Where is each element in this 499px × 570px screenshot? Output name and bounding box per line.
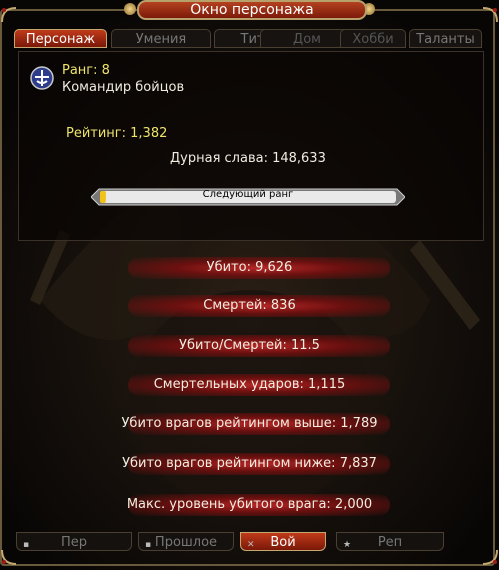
rank-level: Ранг: 8	[62, 63, 110, 78]
tab-label: Персонаж	[25, 32, 96, 47]
tab-bar: Персонаж Умения Титул Дом Хобби Таланты	[14, 29, 483, 49]
tab-hobby[interactable]: Хобби	[340, 29, 406, 48]
window-titlebar[interactable]: Окно персонажа	[137, 0, 367, 20]
tab-character[interactable]: Персонаж	[14, 29, 107, 48]
bottom-tab-past[interactable]: ▪ Прошлое	[138, 532, 234, 551]
rank-name: Командир бойцов	[62, 80, 185, 95]
tab-talents[interactable]: Таланты	[409, 29, 482, 48]
stat-kills: Убито: 9,626	[206, 260, 293, 275]
tab-skills[interactable]: Умения	[111, 29, 211, 48]
tab-label: Дом	[293, 32, 321, 47]
bottom-tab-label: Пер	[60, 535, 88, 550]
bottom-tab-personal[interactable]: ▪ Пер	[16, 532, 132, 551]
bottom-tab-reputation[interactable]: ★ Реп	[336, 532, 444, 551]
corner-ornament-icon	[1, 7, 17, 23]
stat-kills-higher-rating: Убито врагов рейтингом выше: 1,789	[121, 416, 378, 431]
infamy-value: Дурная слава: 148,633	[170, 151, 326, 166]
tab-label: Хобби	[352, 32, 394, 47]
tab-label: Умения	[135, 32, 187, 47]
stat-max-enemy-level: Макс. уровень убитого врага: 2,000	[126, 497, 373, 512]
title-ornament-icon	[124, 3, 136, 15]
character-window: Окно персонажа Персонаж Умения Титул Дом…	[0, 0, 499, 570]
next-rank-label: Следующий ранг	[202, 189, 294, 200]
window-title: Окно персонажа	[190, 2, 314, 18]
tab-label: Таланты	[416, 32, 475, 47]
corner-ornament-icon	[482, 7, 498, 23]
rank-emblem-icon	[30, 66, 54, 90]
bottom-tab-bar: ▪ Пер ▪ Прошлое ✕ Вой ★ Реп	[0, 532, 499, 556]
bottom-tab-label: Вой	[270, 535, 296, 550]
bottom-tab-battle[interactable]: ✕ Вой	[240, 532, 326, 551]
bottom-tab-label: Реп	[377, 535, 403, 550]
stat-kd-ratio: Убито/Смертей: 11.5	[179, 338, 320, 353]
stat-kills-lower-rating: Убито врагов рейтингом ниже: 7,837	[122, 456, 377, 471]
stat-killing-blows: Смертельных ударов: 1,115	[153, 377, 346, 392]
stat-deaths: Смертей: 836	[203, 298, 296, 313]
bottom-tab-label: Прошлое	[154, 535, 218, 550]
rating-value: Рейтинг: 1,382	[66, 126, 168, 141]
